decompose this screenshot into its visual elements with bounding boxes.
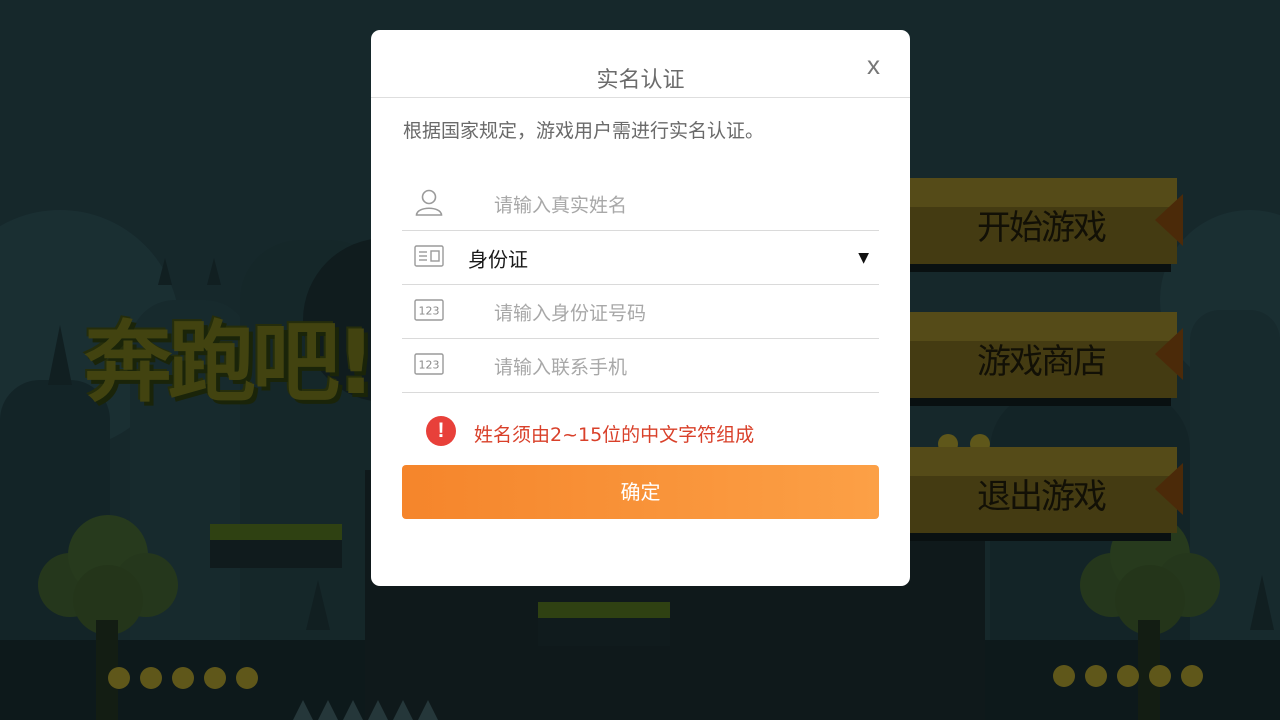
close-button[interactable]: x [867,50,880,81]
id-type-value: 身份证 [468,247,528,272]
number-icon: 123 [414,353,444,379]
id-number-field[interactable]: 123 请输入身份证号码 [402,286,879,339]
notice-text: 根据国家规定，游戏用户需进行实名认证。 [403,120,765,142]
id-type-select[interactable]: 身份证 ▼ [402,232,879,285]
phone-placeholder: 请输入联系手机 [494,356,628,379]
phone-field[interactable]: 123 请输入联系手机 [402,340,879,393]
id-card-icon [414,245,444,271]
error-text: 姓名须由2~15位的中文字符组成 [474,424,755,446]
dropdown-arrow-icon: ▼ [858,250,869,266]
name-field[interactable]: 请输入真实姓名 [402,178,879,231]
id-number-placeholder: 请输入身份证号码 [494,302,647,325]
warning-icon: ! [426,416,456,446]
name-placeholder: 请输入真实姓名 [494,194,628,217]
svg-text:123: 123 [419,305,440,318]
dialog-title: 实名认证 [596,68,685,93]
user-icon [414,187,444,221]
divider [371,97,910,98]
svg-text:123: 123 [419,359,440,372]
confirm-button[interactable]: 确定 [402,465,879,519]
number-icon: 123 [414,299,444,325]
real-name-dialog: 实名认证 x 根据国家规定，游戏用户需进行实名认证。 请输入真实姓名 身份证 ▼ [371,30,910,586]
